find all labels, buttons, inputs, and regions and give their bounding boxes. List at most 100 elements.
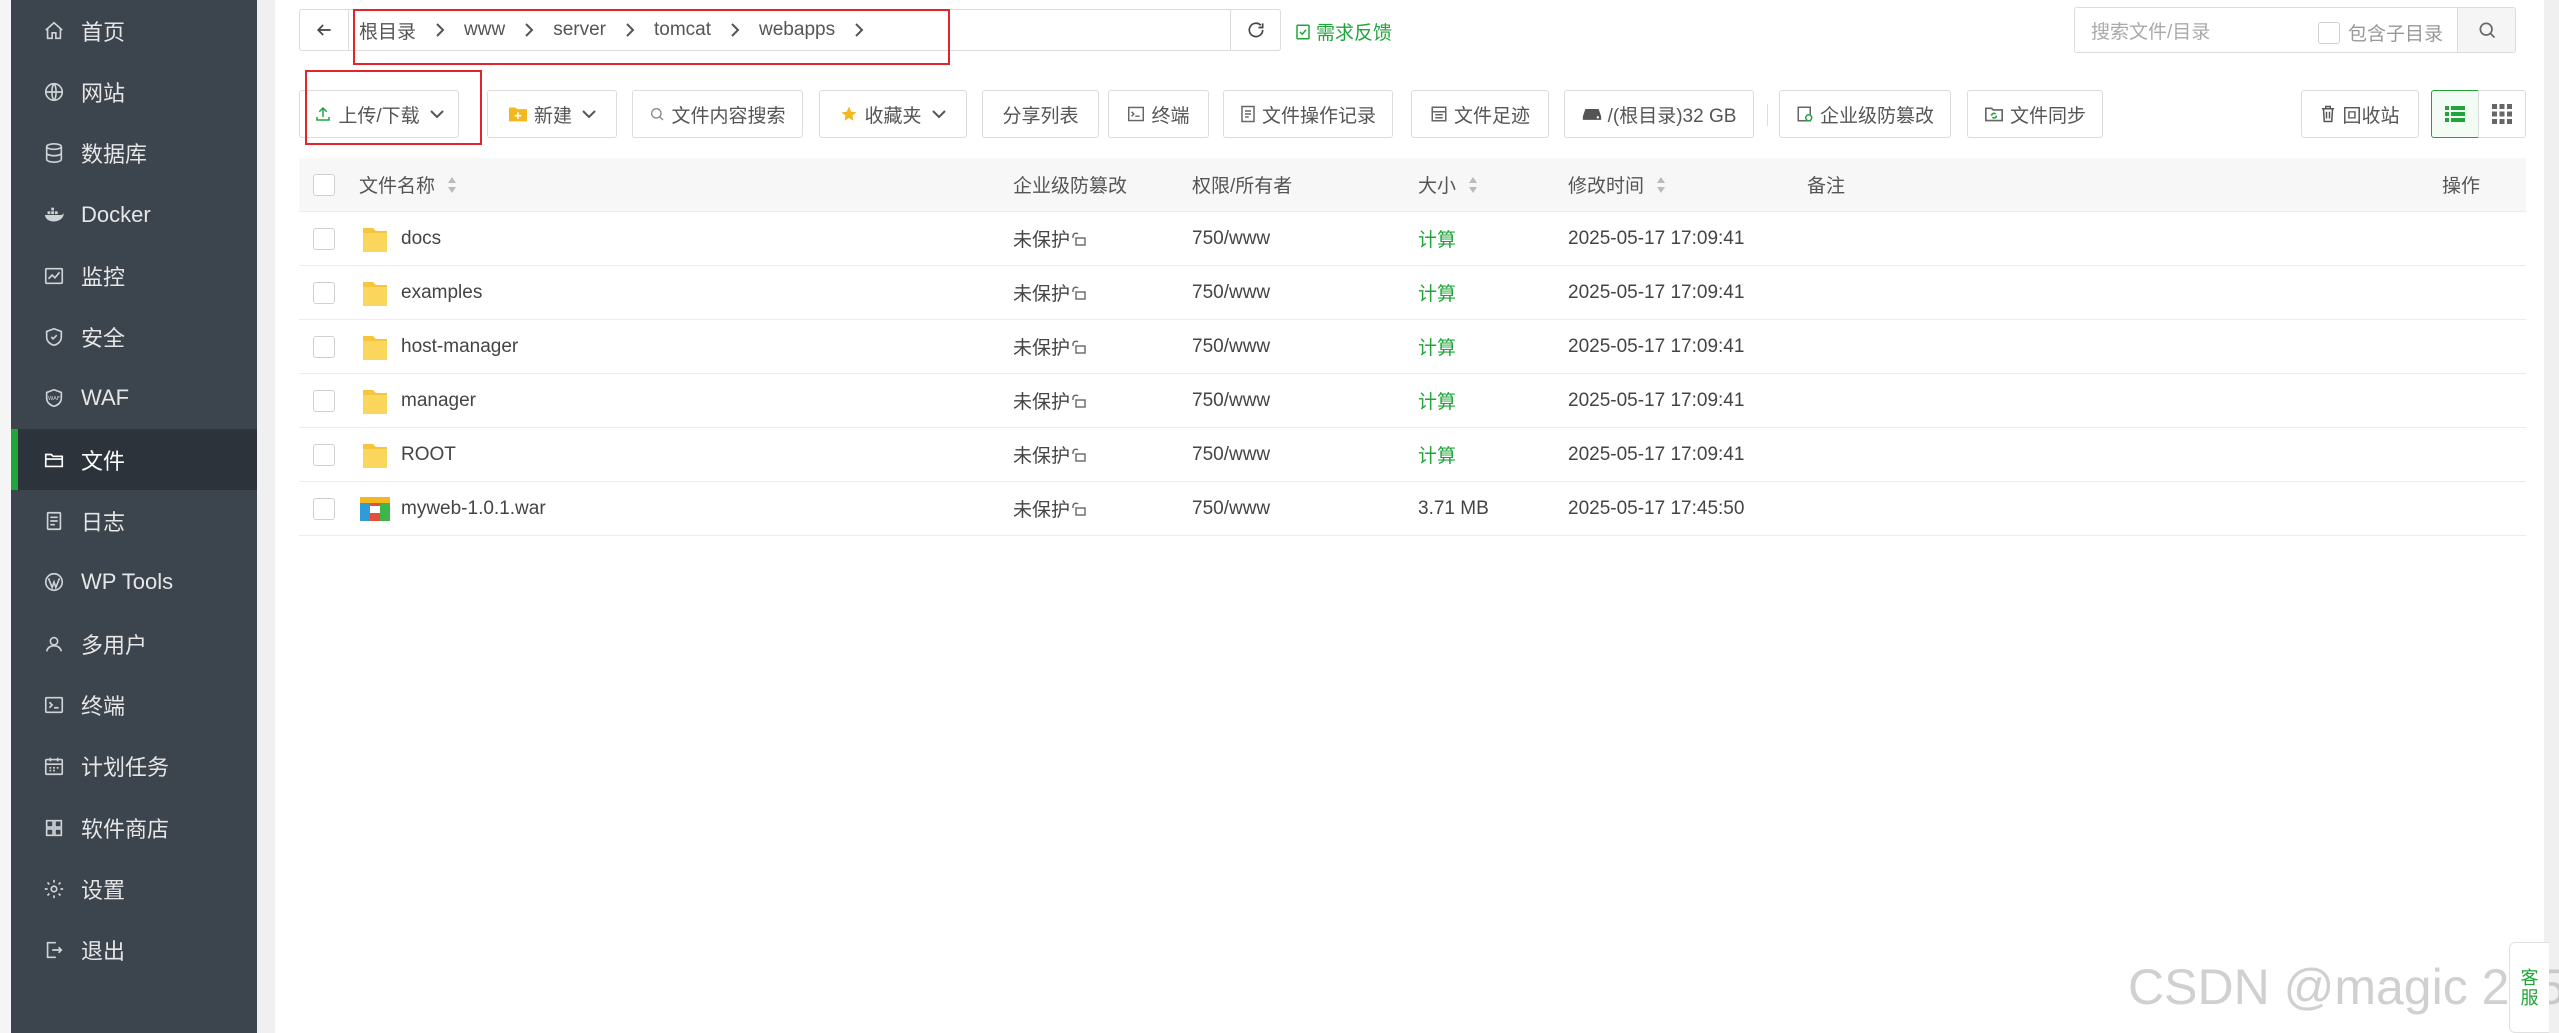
row-checkbox[interactable] [313, 389, 335, 412]
sidebar-item-monitor[interactable]: 监控 [11, 245, 257, 306]
sidebar-item-home[interactable]: 首页 [11, 0, 257, 61]
search-input[interactable]: 搜索文件/目录 包含子目录 [2074, 7, 2458, 53]
file-name-cell[interactable]: ROOT [359, 440, 456, 470]
chevron-right-icon [523, 22, 535, 38]
protect-status[interactable]: 未保护 [1013, 441, 1086, 468]
permission[interactable]: 750/www [1192, 390, 1270, 412]
sidebar-item-files[interactable]: 文件 [11, 429, 257, 491]
file-name[interactable]: myweb-1.0.1.war [401, 498, 546, 520]
breadcrumb[interactable]: 根目录 www server tomcat webapps [349, 9, 1231, 51]
breadcrumb-item-www[interactable]: www [464, 19, 505, 41]
sidebar-item-waf[interactable]: WAF WAF [11, 368, 257, 429]
table-row[interactable]: ROOT 未保护 750/www 计算 2025-05-17 17:09:41 [299, 428, 2526, 482]
file-name-cell[interactable]: examples [359, 278, 482, 308]
size-calc-link[interactable]: 计算 [1418, 441, 1456, 468]
upload-download-button[interactable]: 上传/下载 [299, 90, 459, 138]
row-checkbox[interactable] [313, 443, 335, 466]
protect-status[interactable]: 未保护 [1013, 495, 1086, 522]
sidebar-item-multiuser[interactable]: 多用户 [11, 613, 257, 674]
sidebar-item-logs[interactable]: 日志 [11, 490, 257, 551]
terminal-button[interactable]: 终端 [1108, 90, 1209, 138]
list-view-button[interactable] [2431, 90, 2479, 138]
size-calc-link[interactable]: 计算 [1418, 225, 1456, 252]
file-name-cell[interactable]: docs [359, 224, 441, 254]
row-checkbox[interactable] [313, 497, 335, 520]
sidebar-item-database[interactable]: 数据库 [11, 123, 257, 184]
sidebar-item-terminal[interactable]: 终端 [11, 674, 257, 735]
op-log-button[interactable]: 文件操作记录 [1223, 90, 1393, 138]
modified-time: 2025-05-17 17:09:41 [1568, 443, 1745, 465]
header-name[interactable]: 文件名称 [359, 171, 457, 198]
sidebar-item-appstore[interactable]: 软件商店 [11, 797, 257, 858]
permission[interactable]: 750/www [1192, 282, 1270, 304]
search-button[interactable] [2458, 7, 2516, 53]
header-note: 备注 [1807, 176, 1846, 197]
sidebar-item-docker[interactable]: Docker [11, 184, 257, 245]
table-row[interactable]: host-manager 未保护 750/www 计算 2025-05-17 1… [299, 320, 2526, 374]
header-mtime[interactable]: 修改时间 [1568, 171, 1666, 198]
new-button[interactable]: 新建 [487, 90, 617, 138]
protect-status[interactable]: 未保护 [1013, 387, 1086, 414]
size-calc-link[interactable]: 计算 [1418, 279, 1456, 306]
sidebar-item-logout[interactable]: 退出 [11, 919, 257, 980]
size-calc-link[interactable]: 计算 [1418, 333, 1456, 360]
sidebar-item-website[interactable]: 网站 [11, 61, 257, 122]
table-row[interactable]: docs 未保护 750/www 计算 2025-05-17 17:09:41 [299, 212, 2526, 266]
row-checkbox[interactable] [313, 281, 335, 304]
file-name-cell[interactable]: host-manager [359, 332, 518, 362]
content-search-button[interactable]: 文件内容搜索 [632, 90, 803, 138]
table-row[interactable]: myweb-1.0.1.war 未保护 750/www 3.71 MB 2025… [299, 482, 2526, 536]
permission[interactable]: 750/www [1192, 498, 1270, 520]
customer-service-tab[interactable]: 客 服 [2509, 942, 2549, 1033]
share-list-button[interactable]: 分享列表 [982, 90, 1099, 138]
include-subdir-checkbox[interactable] [2317, 21, 2340, 44]
permission[interactable]: 750/www [1192, 228, 1270, 250]
permission[interactable]: 750/www [1192, 444, 1270, 466]
shield-icon [43, 326, 65, 348]
breadcrumb-item-server[interactable]: server [553, 19, 606, 41]
table-row[interactable]: examples 未保护 750/www 计算 2025-05-17 17:09… [299, 266, 2526, 320]
include-subdir-toggle[interactable]: 包含子目录 [2317, 19, 2443, 46]
sidebar-item-wp-tools[interactable]: WP Tools [11, 552, 257, 613]
content-search-label: 文件内容搜索 [671, 105, 786, 127]
refresh-button[interactable] [1231, 9, 1281, 51]
file-name[interactable]: ROOT [401, 444, 456, 466]
protect-status[interactable]: 未保护 [1013, 279, 1086, 306]
file-name[interactable]: examples [401, 282, 482, 304]
file-name[interactable]: host-manager [401, 336, 518, 358]
grid-view-button[interactable] [2478, 90, 2526, 138]
sidebar-item-cron[interactable]: 计划任务 [11, 736, 257, 797]
footprint-button[interactable]: 文件足迹 [1411, 90, 1549, 138]
protect-status[interactable]: 未保护 [1013, 225, 1086, 252]
tamper-icon [1797, 106, 1813, 122]
tamper-button[interactable]: 企业级防篡改 [1779, 90, 1951, 138]
breadcrumb-item-root[interactable]: 根目录 [359, 17, 416, 44]
file-name-cell[interactable]: manager [359, 386, 476, 416]
recycle-bin-button[interactable]: 回收站 [2301, 90, 2419, 138]
favorites-button[interactable]: 收藏夹 [819, 90, 967, 138]
sidebar-item-label: 软件商店 [81, 816, 170, 842]
file-name[interactable]: docs [401, 228, 441, 250]
file-name[interactable]: manager [401, 390, 476, 412]
breadcrumb-item-webapps[interactable]: webapps [759, 19, 835, 41]
table-row[interactable]: manager 未保护 750/www 计算 2025-05-17 17:09:… [299, 374, 2526, 428]
sidebar-item-settings[interactable]: 设置 [11, 858, 257, 919]
disk-button[interactable]: /(根目录)32 GB [1564, 90, 1754, 138]
permission[interactable]: 750/www [1192, 336, 1270, 358]
row-checkbox[interactable] [313, 227, 335, 250]
protect-status[interactable]: 未保护 [1013, 333, 1086, 360]
row-checkbox[interactable] [313, 335, 335, 358]
sync-label: 文件同步 [2009, 105, 2086, 127]
select-all-checkbox[interactable] [313, 173, 335, 196]
back-button[interactable] [299, 9, 349, 51]
size-calc-link[interactable]: 计算 [1418, 387, 1456, 414]
file-name-cell[interactable]: myweb-1.0.1.war [359, 494, 546, 524]
breadcrumb-item-tomcat[interactable]: tomcat [654, 19, 711, 41]
header-size[interactable]: 大小 [1418, 171, 1478, 198]
feedback-link[interactable]: 需求反馈 [1294, 18, 1392, 45]
sync-button[interactable]: 文件同步 [1967, 90, 2103, 138]
gear-icon [43, 878, 65, 900]
sidebar-item-label: 退出 [81, 939, 126, 965]
protect-status-label: 未保护 [1013, 446, 1071, 467]
sidebar-item-security[interactable]: 安全 [11, 306, 257, 367]
